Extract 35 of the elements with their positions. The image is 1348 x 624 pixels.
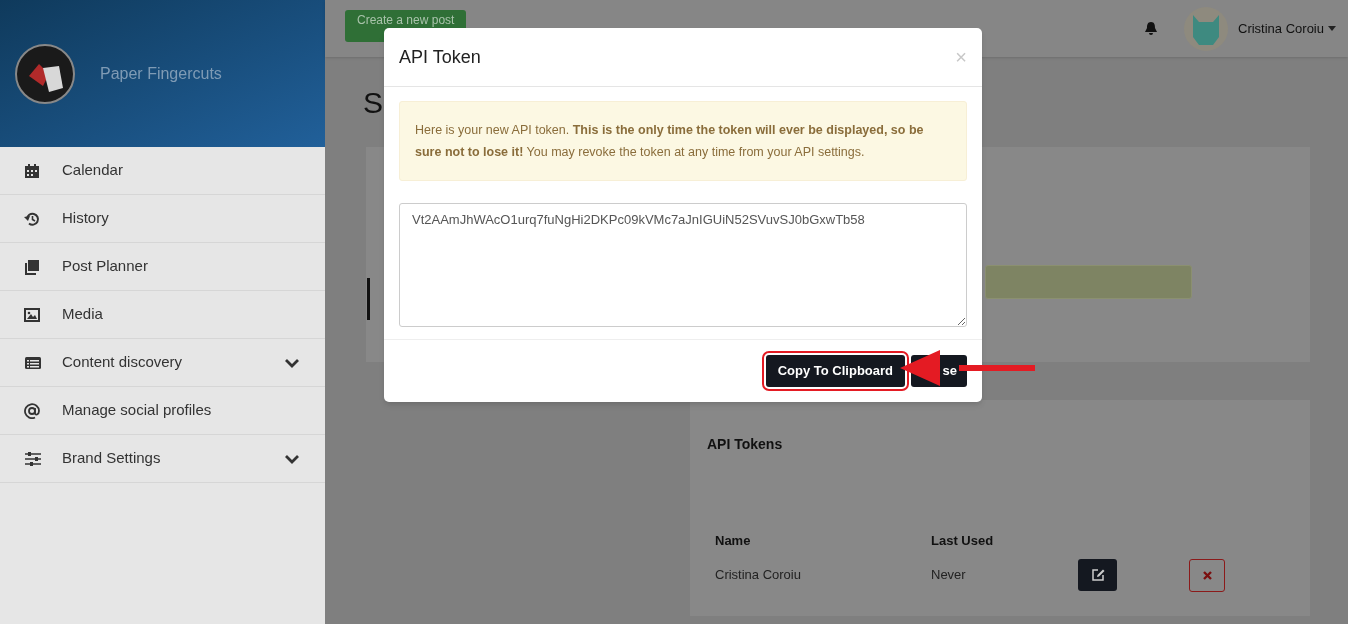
sidebar-item[interactable]: Brand Settings: [0, 435, 325, 483]
chevron-down-icon[interactable]: [285, 357, 299, 368]
at-sign-icon: [24, 402, 42, 419]
sidebar-item[interactable]: Calendar: [0, 147, 325, 195]
sidebar-item[interactable]: History: [0, 195, 325, 243]
bell-icon[interactable]: [1144, 21, 1158, 36]
calendar-icon: [24, 162, 42, 179]
sidebar-item[interactable]: Content discovery: [0, 339, 325, 387]
caret-icon[interactable]: [1328, 26, 1336, 31]
sidebar-item[interactable]: Post Planner: [0, 243, 325, 291]
stacked-pages-icon: [24, 258, 42, 275]
column-header: Name: [714, 532, 752, 550]
field-edge: [367, 278, 370, 320]
sidebar-item[interactable]: Manage social profiles: [0, 387, 325, 435]
close-icon: [1202, 570, 1212, 580]
edit-button[interactable]: [1078, 559, 1117, 591]
token-textarea[interactable]: Vt2AAmJhWAcO1urq7fuNgHi2DKPc09kVMc7aJnIGUiN52SVuvSJ0bGxwTb58: [399, 203, 967, 327]
sidebar-item[interactable]: Media: [0, 291, 325, 339]
delete-button[interactable]: [1189, 558, 1225, 592]
card-title: API Tokens: [707, 435, 784, 454]
sliders-icon: [24, 450, 42, 467]
edit-icon: [1090, 568, 1105, 582]
image-icon: [24, 306, 42, 323]
brand-avatar: [15, 43, 75, 104]
chevron-down-icon[interactable]: [285, 453, 299, 464]
modal-title: API Token: [399, 45, 481, 69]
page-title: S: [363, 84, 383, 121]
brand-name: Paper Fingercuts: [100, 63, 222, 84]
column-header: Last Used: [930, 532, 995, 550]
table-cell: Never: [923, 558, 1078, 592]
history-icon: [24, 210, 42, 227]
user-name[interactable]: Cristina Coroiu: [1238, 18, 1324, 39]
list-icon: [24, 354, 42, 371]
table-cell-text: Cristina Coroiu: [714, 566, 802, 585]
warning-alert: Here is your new API token. This is the only time the token will ever be displayed, so be sure not to lose it! You may revoke the token at any time from your API settings.: [399, 101, 967, 181]
